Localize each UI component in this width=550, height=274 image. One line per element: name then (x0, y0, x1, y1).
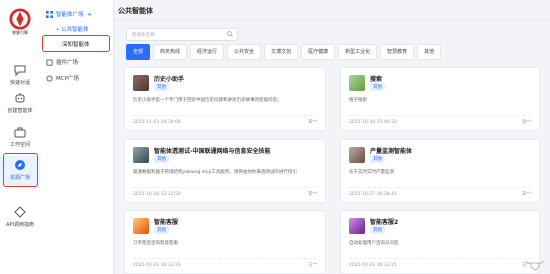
tab-business-hotline[interactable]: 商务热线 (153, 44, 188, 60)
agent-card[interactable]: 智能体透测试-中国联通网络与信息安全技能 其他 联通数据利器于跨境结构yakla… (124, 139, 326, 203)
agent-thumbnail (349, 147, 365, 163)
plugin-icon (46, 58, 53, 66)
agent-owner: 王** (308, 263, 317, 268)
main-content: 公共智能体 智能体名称 全部 商务热线 经济运行 公共安全 文博文创 医疗健康 … (114, 0, 550, 274)
sub-navigation: 智能体广场 • 公共智能体 深知智能体 插件广场 MCP广场 (40, 0, 114, 274)
logo-text: 睿睿引擎 (12, 30, 28, 35)
mcp-icon (46, 74, 53, 82)
page-title: 公共智能体 (118, 7, 153, 15)
rail-item-label: 快速对话 (9, 80, 30, 86)
logo-icon (9, 8, 31, 30)
agent-owner: 宋** (522, 192, 531, 197)
agent-owner: 张** (522, 120, 531, 125)
divider (349, 258, 531, 259)
tab-economy[interactable]: 经济运行 (190, 44, 225, 60)
tab-education[interactable]: 智慧教育 (380, 44, 415, 60)
subnav-item-label: • 公共智能体 (56, 27, 89, 33)
agent-date: 2025-11-03 14:34:09 (133, 120, 181, 125)
agent-description: 搜于搜索 (349, 98, 367, 103)
agent-name: 产量监测智能体 (370, 148, 413, 155)
agent-owner: 李** (308, 192, 317, 197)
rail-item-api-guide[interactable]: API调用指南 (0, 206, 40, 228)
divider (349, 187, 531, 188)
briefcase-icon (14, 127, 26, 138)
tab-healthcare[interactable]: 医疗健康 (301, 44, 336, 60)
api-icon (14, 206, 26, 218)
tab-industrialization[interactable]: 新型工业化 (338, 44, 378, 60)
agent-description: 农于实时实时产量监测 (349, 170, 394, 175)
agent-thumbnail (133, 218, 149, 234)
subnav-highlight-frame (42, 35, 110, 52)
agent-name: 历史小助手 (154, 76, 185, 83)
subnav-item-label: MCP广场 (56, 76, 79, 82)
agent-card[interactable]: 历史小助手 其他 历史小助手是一个专门用于回答中国历史问题和讲述历史故事的智能问… (124, 67, 326, 131)
category-badge: 其他 (154, 155, 169, 163)
search-placeholder: 智能体名称 (132, 33, 155, 38)
agent-thumbnail (133, 147, 149, 163)
agent-description: 自动处理用户咨询与问答 (349, 241, 399, 246)
rail-item-label: 创建智能体 (7, 108, 33, 114)
agent-date: 2025-10-28 12:12:50 (133, 192, 181, 197)
bull-watermark-icon (525, 260, 545, 271)
primary-rail: 睿睿引擎 快速对话 创建智能体 工作空间 资源广场 API调用指南 (0, 0, 41, 274)
agent-date: 2025-10-30 15:46:22 (349, 120, 397, 125)
tab-all[interactable]: 全部 (126, 44, 151, 60)
agent-card[interactable]: 产量监测智能体 其他 农于实时实时产量监测 2025-10-27 16:28:4… (340, 139, 540, 203)
robot-icon (15, 93, 25, 103)
category-badge: 其他 (370, 83, 385, 91)
agent-date: 2025-10-22 16:33:25 (349, 263, 397, 268)
subnav-item-public-agents[interactable]: • 公共智能体 (56, 25, 89, 33)
search-input[interactable]: 智能体名称 (126, 28, 238, 41)
divider (133, 187, 317, 188)
category-badge: 其他 (154, 226, 169, 234)
agent-date: 2025-10-22 16:33:29 (133, 263, 181, 268)
subnav-item-plugin-square[interactable]: 插件广场 (46, 58, 78, 66)
category-badge: 其他 (154, 83, 169, 91)
divider (349, 115, 531, 116)
subnav-group-agent-square[interactable]: 智能体广场 (46, 10, 92, 18)
search-icon[interactable] (227, 31, 233, 37)
tab-other[interactable]: 其他 (417, 44, 442, 60)
tab-culture[interactable]: 文博文创 (264, 44, 299, 60)
rail-item-workspace[interactable]: 工作空间 (0, 126, 40, 148)
category-tabs: 全部 商务热线 经济运行 公共安全 文博文创 医疗健康 新型工业化 智慧教育 其… (126, 44, 442, 60)
rail-item-create-agent[interactable]: 创建智能体 (0, 92, 40, 114)
agent-thumbnail (133, 75, 149, 91)
agent-description: 订单售后咨询智能客服 (133, 241, 178, 246)
chat-icon (14, 65, 26, 76)
divider (114, 20, 550, 21)
rail-item-quick-chat[interactable]: 快速对话 (0, 64, 40, 86)
rail-item-label: 工作空间 (9, 142, 30, 148)
agent-card[interactable]: 搜索 其他 搜于搜索 2025-10-30 15:46:22 张** (340, 67, 540, 131)
agent-name: 智能客服2 (370, 219, 399, 226)
grid-icon (46, 10, 53, 18)
agent-name: 搜索 (370, 76, 383, 83)
rail-item-label: API调用指南 (6, 222, 34, 228)
rail-highlight-frame (3, 153, 38, 187)
category-badge: 其他 (370, 155, 385, 163)
chevron-up-icon (87, 12, 91, 16)
divider (133, 258, 317, 259)
agent-thumbnail (349, 218, 365, 234)
agent-description: 联通数据利器于跨境结构yaklang mcp工具服务。请将由你你来透测试的进行指… (133, 170, 297, 175)
category-badge: 其他 (370, 226, 385, 234)
agent-card[interactable]: 智能客服2 其他 自动处理用户咨询与问答 2025-10-22 16:33:25… (340, 210, 540, 274)
agent-card[interactable]: 智能客服 其他 订单售后咨询智能客服 2025-10-22 16:33:29 王… (124, 210, 326, 274)
divider (133, 115, 317, 116)
agent-date: 2025-10-27 16:28:41 (349, 192, 397, 197)
agent-owner: 姜** (308, 120, 317, 125)
subnav-item-label: 插件广场 (56, 60, 79, 66)
agent-name: 智能客服 (154, 219, 179, 226)
agent-description: 历史小助手是一个专门用于回答中国历史问题和讲述历史故事的智能问答。 (133, 98, 282, 103)
agent-thumbnail (349, 75, 365, 91)
subnav-group-label: 智能体广场 (56, 12, 84, 18)
agent-name: 智能体透测试-中国联通网络与信息安全技能 (154, 148, 271, 155)
tab-public-safety[interactable]: 公共安全 (227, 44, 262, 60)
subnav-item-mcp-square[interactable]: MCP广场 (46, 74, 79, 82)
